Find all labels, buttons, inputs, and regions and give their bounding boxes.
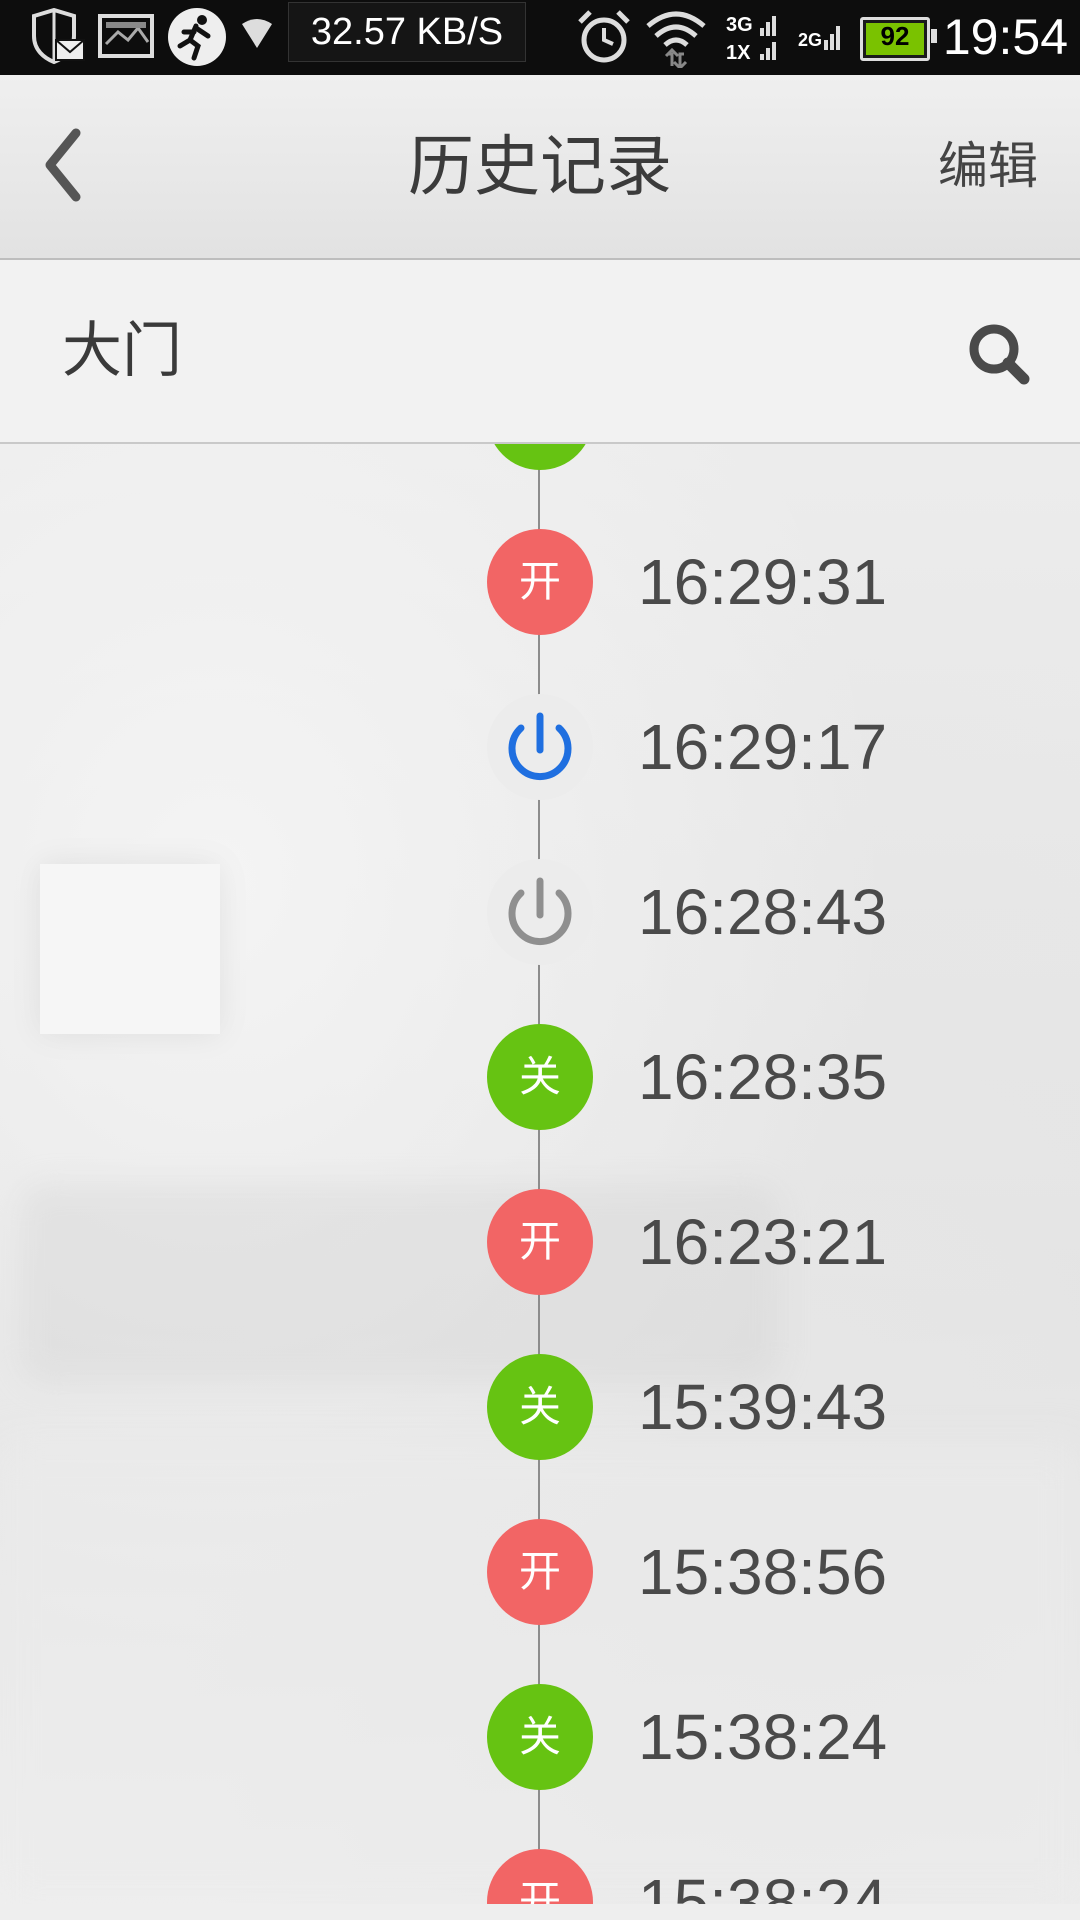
entry-time: 15:39:43 <box>638 1371 888 1443</box>
entry-time: 16:28:35 <box>638 1041 888 1113</box>
alarm-icon <box>578 10 630 63</box>
edit-button[interactable]: 编辑 <box>938 75 1038 258</box>
timeline-entry[interactable]: 开 16:23:21 <box>0 1189 1080 1299</box>
timeline-entry[interactable]: 关 15:38:24 <box>0 1684 1080 1794</box>
door-close-badge: 关 <box>487 1354 593 1460</box>
timeline-entry[interactable]: 开 16:29:31 <box>0 529 1080 639</box>
status-bar: 32.57 KB/S 3G 1X 2G 92 19:54 <box>0 0 1080 75</box>
network-speed: 32.57 KB/S <box>288 2 526 62</box>
bottom-edge <box>0 1904 1080 1920</box>
wifi-icon <box>646 11 706 68</box>
background-floor <box>0 1444 1080 1904</box>
battery-icon: 92 <box>860 17 937 61</box>
shield-mail-icon <box>32 8 85 65</box>
timeline-entry[interactable]: 关 15:39:43 <box>0 1354 1080 1464</box>
entry-time: 16:29:31 <box>638 546 888 618</box>
door-close-badge: 关 <box>487 1684 593 1790</box>
entry-time: 15:38:24 <box>638 1701 888 1773</box>
timeline-entry[interactable] <box>0 444 1080 474</box>
page-title: 历史记录 <box>408 128 672 205</box>
timeline-entry[interactable]: 16:28:43 <box>0 859 1080 969</box>
timeline-entry[interactable]: 关 16:28:35 <box>0 1024 1080 1134</box>
signal-2g-label: 2G <box>798 30 823 50</box>
runner-icon <box>168 8 226 66</box>
door-open-badge: 开 <box>487 1849 593 1904</box>
chevron-left-icon <box>45 128 81 202</box>
door-open-badge: 开 <box>487 1519 593 1625</box>
back-button[interactable] <box>30 115 110 215</box>
status-clock: 19:54 <box>942 9 1068 65</box>
power-off-icon <box>487 859 593 965</box>
battery-level: 92 <box>880 21 910 51</box>
timeline-entry[interactable]: 16:29:17 <box>0 694 1080 804</box>
signal-3g-label: 3G <box>726 14 753 36</box>
picture-icon <box>98 14 154 58</box>
signal-1x-label: 1X <box>726 42 751 64</box>
door-close-badge <box>487 444 593 470</box>
timeline-entry[interactable]: 开 15:38:24 <box>0 1849 1080 1904</box>
signal-bars-icon <box>760 16 776 60</box>
entry-time: 16:23:21 <box>638 1206 888 1278</box>
device-filter-bar: 大门 <box>0 260 1080 444</box>
entry-time: 16:29:17 <box>638 711 888 783</box>
search-button[interactable] <box>960 315 1040 395</box>
entry-time: 15:38:56 <box>638 1536 888 1608</box>
door-open-badge: 开 <box>487 529 593 635</box>
device-name: 大门 <box>62 316 182 386</box>
timeline-entry[interactable]: 开 15:38:56 <box>0 1519 1080 1629</box>
search-icon <box>969 324 1030 385</box>
door-open-badge: 开 <box>487 1189 593 1295</box>
door-close-badge: 关 <box>487 1024 593 1130</box>
history-timeline[interactable]: 开 16:29:31 16:29:17 16:28:43 关 16:28:35 开 16:23… <box>0 444 1080 1904</box>
power-on-icon <box>487 694 593 800</box>
title-bar: 历史记录 编辑 <box>0 75 1080 260</box>
signal-bars-2g-icon <box>824 26 840 50</box>
entry-time: 16:28:43 <box>638 876 888 948</box>
wifi-small-icon <box>242 19 272 48</box>
entry-time: 15:38:24 <box>638 1866 888 1904</box>
